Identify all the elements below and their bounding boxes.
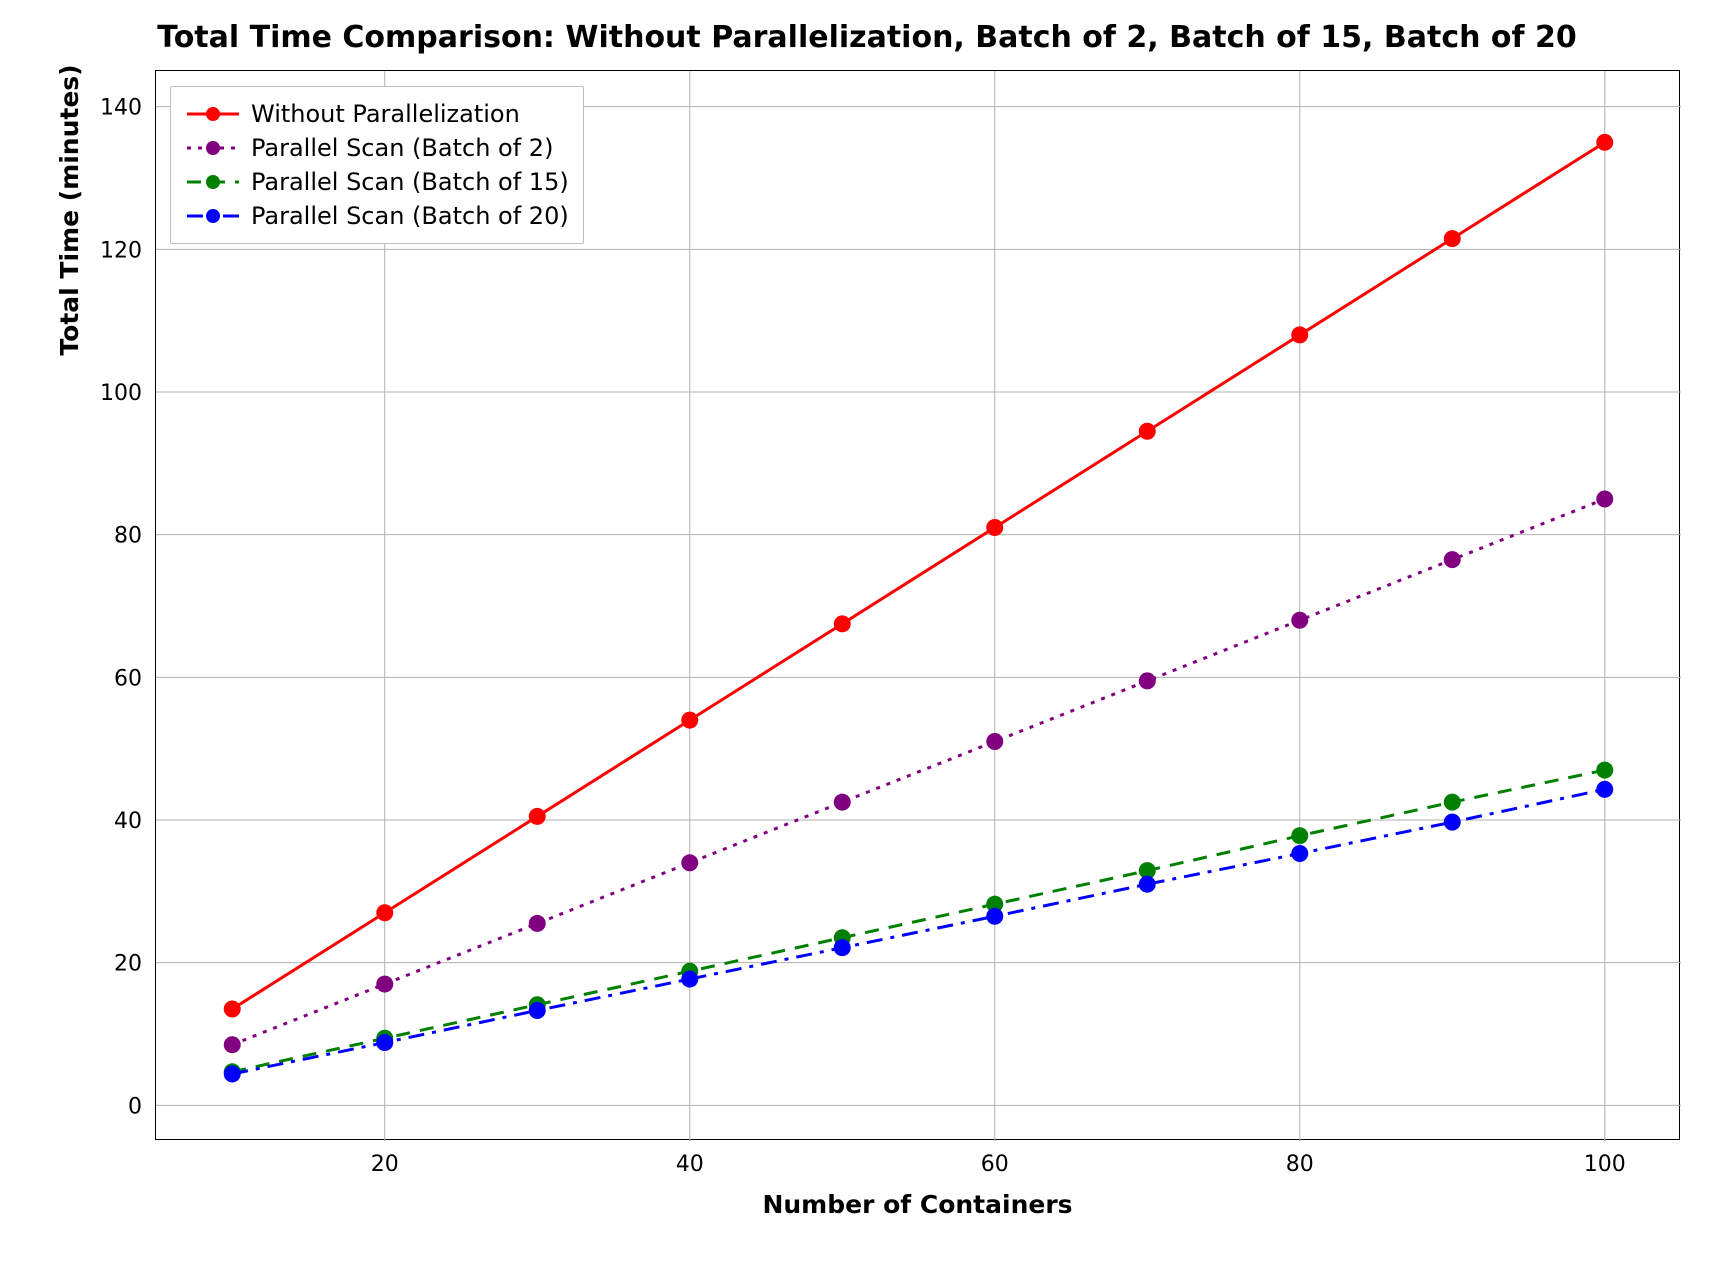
data-point (1139, 423, 1156, 440)
data-point (224, 1065, 241, 1082)
data-point (1139, 672, 1156, 689)
data-point (1444, 230, 1461, 247)
legend-label: Parallel Scan (Batch of 2) (251, 134, 553, 162)
legend-label: Without Parallelization (251, 100, 520, 128)
data-point (834, 615, 851, 632)
y-tick-label: 40 (114, 809, 142, 834)
data-point (1291, 845, 1308, 862)
x-tick-label: 60 (981, 1152, 1009, 1177)
y-tick-label: 140 (100, 96, 142, 121)
data-point (986, 733, 1003, 750)
chart-title: Total Time Comparison: Without Paralleli… (0, 20, 1734, 55)
legend-item: Parallel Scan (Batch of 15) (185, 165, 569, 199)
series-line (232, 142, 1605, 1009)
series-3 (224, 781, 1614, 1083)
data-point (529, 1002, 546, 1019)
legend-item: Parallel Scan (Batch of 2) (185, 131, 569, 165)
legend-swatch (185, 138, 241, 158)
x-tick-label: 100 (1584, 1152, 1626, 1177)
data-point (376, 904, 393, 921)
data-point (529, 915, 546, 932)
data-point (1291, 326, 1308, 343)
x-tick-label: 20 (371, 1152, 399, 1177)
data-point (681, 712, 698, 729)
figure: Total Time Comparison: Without Paralleli… (0, 0, 1734, 1278)
data-point (376, 1034, 393, 1051)
data-point (1596, 762, 1613, 779)
data-point (529, 808, 546, 825)
y-tick-label: 0 (128, 1094, 142, 1119)
legend-swatch (185, 172, 241, 192)
y-tick-label: 120 (100, 238, 142, 263)
data-point (834, 939, 851, 956)
data-point (1444, 551, 1461, 568)
series-line (232, 770, 1605, 1072)
data-point (1291, 612, 1308, 629)
data-point (1596, 134, 1613, 151)
legend-swatch (185, 104, 241, 124)
data-point (224, 1001, 241, 1018)
data-point (1444, 814, 1461, 831)
y-tick-label: 100 (100, 381, 142, 406)
axis-ticks: 20 40 60 80 100 0 20 40 60 80 100 120 140 (100, 96, 1626, 1177)
x-axis-label: Number of Containers (155, 1190, 1680, 1219)
y-axis-label: Total Time (minutes) (55, 0, 84, 745)
data-point (1291, 827, 1308, 844)
data-point (986, 519, 1003, 536)
data-point (681, 854, 698, 871)
data-point (1139, 876, 1156, 893)
series-0 (224, 134, 1614, 1018)
series-line (232, 789, 1605, 1074)
legend-label: Parallel Scan (Batch of 20) (251, 202, 569, 230)
legend-item: Parallel Scan (Batch of 20) (185, 199, 569, 233)
y-tick-label: 20 (114, 952, 142, 977)
legend-item: Without Parallelization (185, 97, 569, 131)
legend-swatch (185, 206, 241, 226)
data-point (1596, 491, 1613, 508)
data-point (986, 908, 1003, 925)
data-point (681, 971, 698, 988)
y-tick-label: 80 (114, 524, 142, 549)
data-point (834, 794, 851, 811)
legend: Without Parallelization Parallel Scan (Ba… (170, 86, 584, 244)
data-point (224, 1036, 241, 1053)
data-point (1596, 781, 1613, 798)
x-tick-label: 40 (676, 1152, 704, 1177)
data-point (376, 976, 393, 993)
y-tick-label: 60 (114, 666, 142, 691)
data-point (1444, 794, 1461, 811)
x-tick-label: 80 (1286, 1152, 1314, 1177)
legend-label: Parallel Scan (Batch of 15) (251, 168, 569, 196)
